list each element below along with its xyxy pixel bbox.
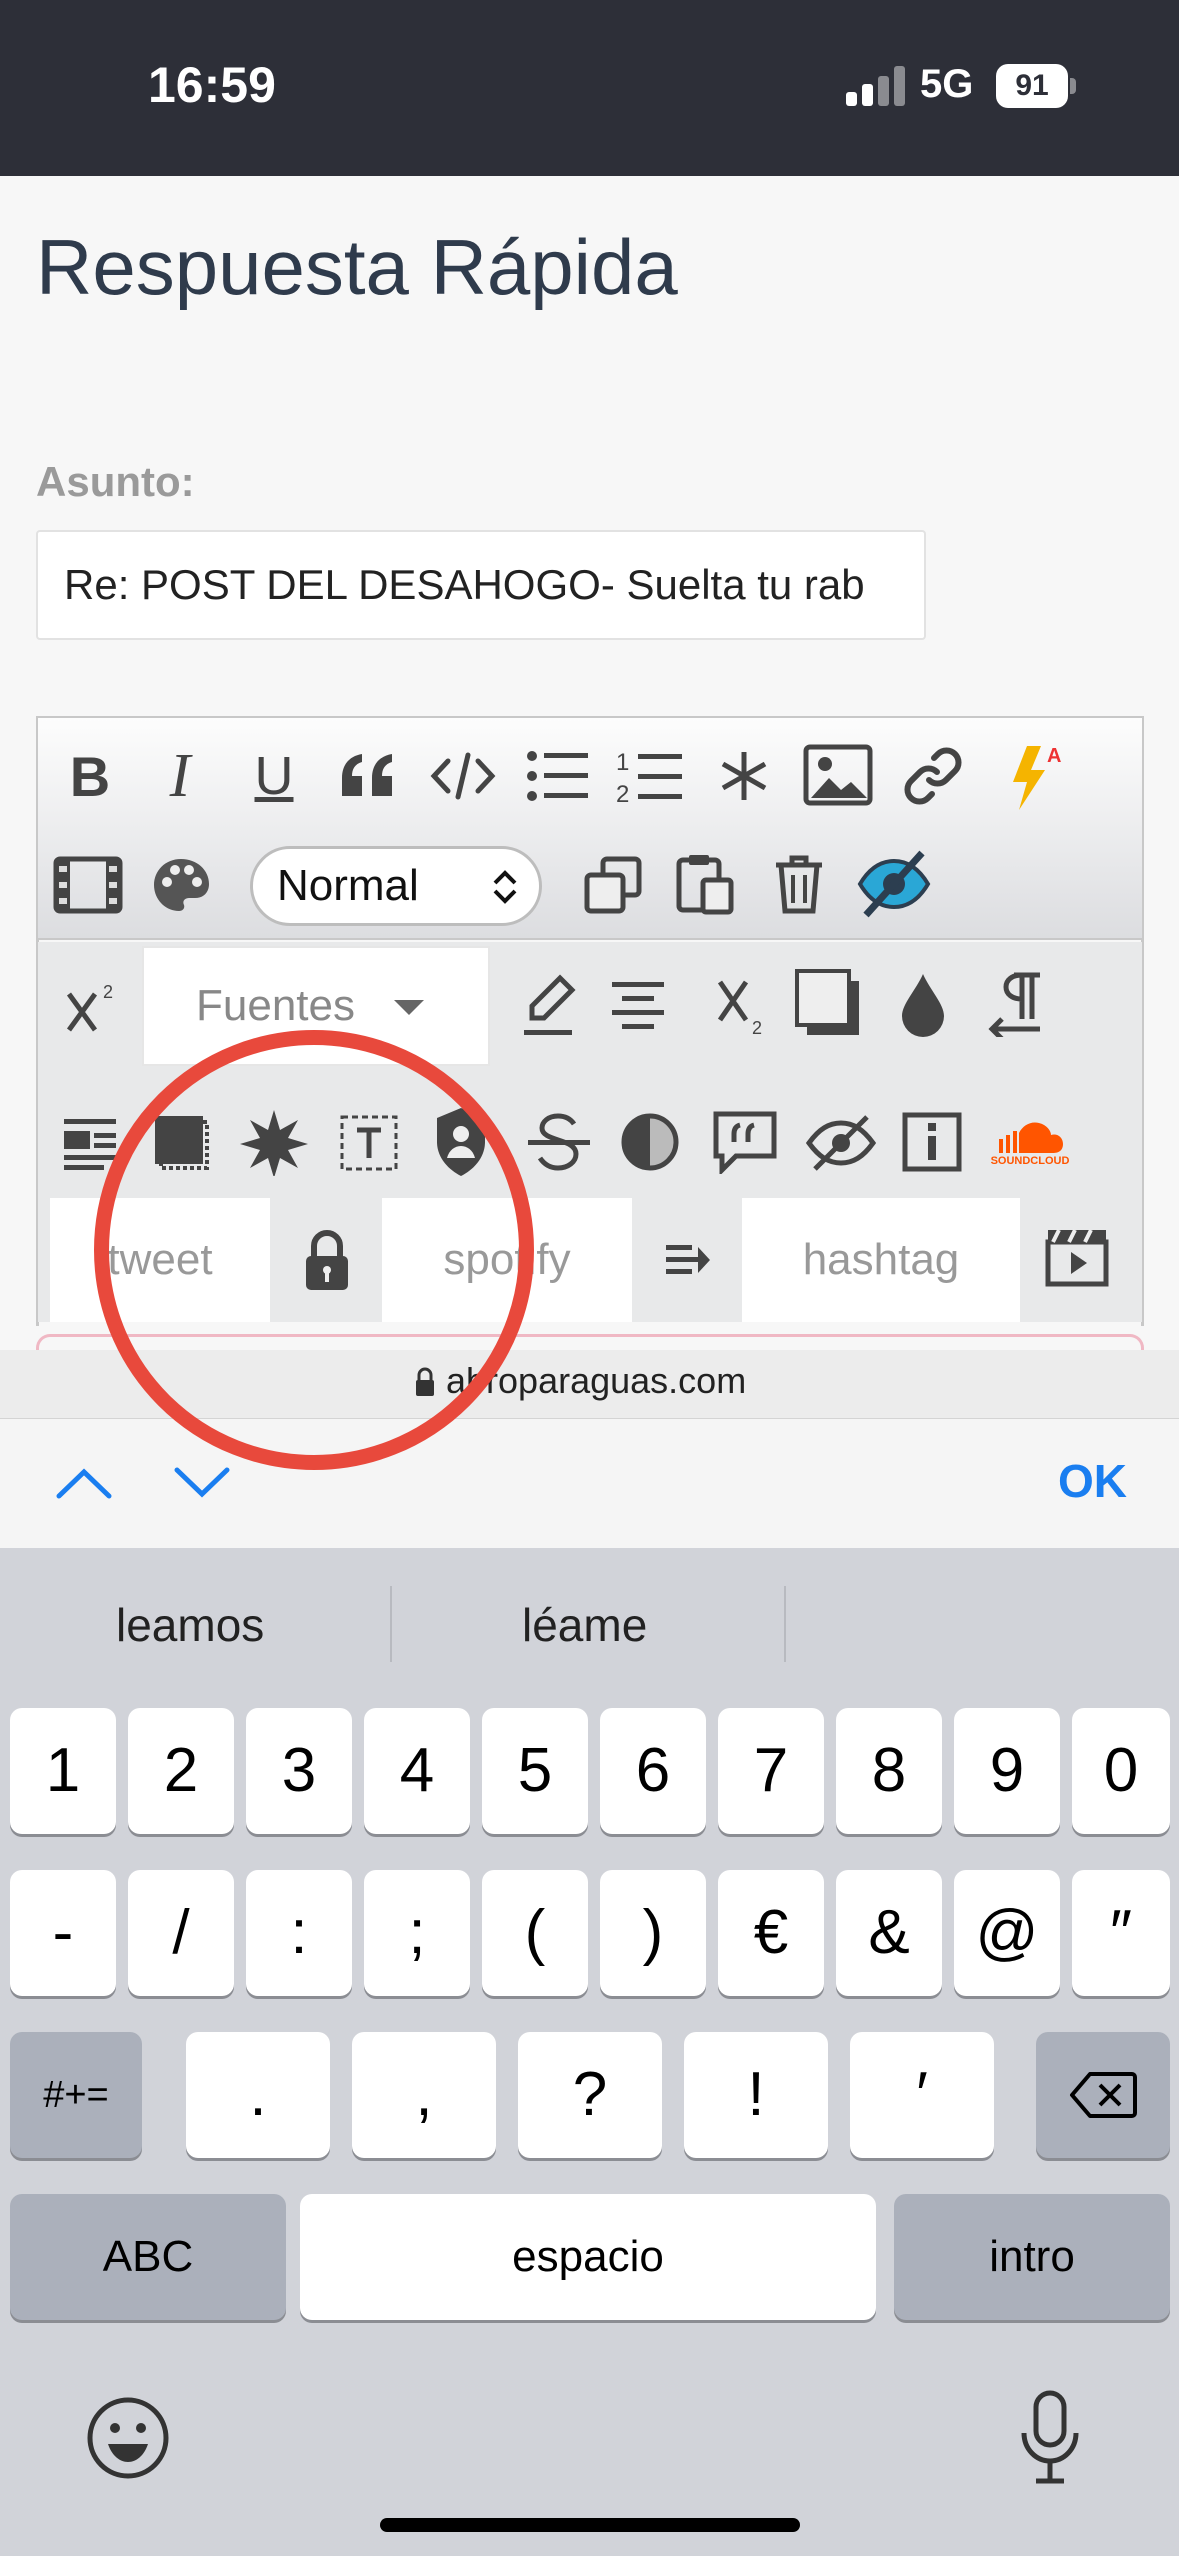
cellular-signal-icon [846, 66, 906, 106]
key-close-paren[interactable]: ) [600, 1870, 706, 1996]
key-comma[interactable]: , [352, 2032, 496, 2158]
key-7[interactable]: 7 [718, 1708, 824, 1834]
return-key[interactable]: intro [894, 2194, 1170, 2320]
key-apostrophe[interactable]: ′ [850, 2032, 994, 2158]
key-9[interactable]: 9 [954, 1708, 1060, 1834]
comment-quote-icon[interactable] [708, 1104, 782, 1180]
strikethrough-icon[interactable] [522, 1104, 596, 1180]
text-direction-icon[interactable] [656, 1230, 718, 1290]
key-at[interactable]: @ [954, 1870, 1060, 1996]
symbols-toggle-key[interactable]: #+= [10, 2032, 142, 2158]
annotation-circle [94, 1030, 534, 1470]
next-field-icon[interactable] [168, 1456, 236, 1510]
battery-level: 91 [996, 64, 1068, 108]
previous-field-icon[interactable] [50, 1456, 118, 1510]
align-center-icon[interactable] [604, 970, 672, 1042]
contrast-icon[interactable] [614, 1106, 686, 1178]
network-type: 5G [920, 62, 974, 106]
fonts-select-value: Fuentes [196, 981, 355, 1030]
video-icon[interactable] [52, 850, 124, 920]
bold-icon[interactable]: B [60, 740, 120, 812]
key-quote[interactable]: ″ [1072, 1870, 1170, 1996]
svg-text:2: 2 [103, 982, 113, 1002]
trash-icon[interactable] [764, 848, 834, 920]
paragraph-rtl-icon[interactable] [982, 966, 1048, 1042]
key-2[interactable]: 2 [128, 1708, 234, 1834]
copy-icon[interactable] [578, 850, 648, 920]
underline-icon[interactable]: U [244, 740, 304, 812]
subject-input[interactable]: Re: POST DEL DESAHOGO- Suelta tu rab [36, 530, 926, 640]
key-ampersand[interactable]: & [836, 1870, 942, 1996]
key-6[interactable]: 6 [600, 1708, 706, 1834]
preview-hide-icon[interactable] [854, 844, 934, 924]
key-1[interactable]: 1 [10, 1708, 116, 1834]
suggestion-2[interactable]: léame [522, 1598, 647, 1652]
highlight-pen-icon[interactable] [516, 970, 580, 1042]
info-icon[interactable] [896, 1106, 968, 1178]
key-0[interactable]: 0 [1072, 1708, 1170, 1834]
space-key[interactable]: espacio [300, 2194, 876, 2320]
key-hyphen[interactable]: - [10, 1870, 116, 1996]
suggestion-1[interactable]: leamos [116, 1598, 264, 1652]
key-semicolon[interactable]: ; [364, 1870, 470, 1996]
microphone-icon[interactable] [1006, 2384, 1094, 2490]
soundcloud-label: SOUNDCLOUD [990, 1155, 1070, 1167]
svg-text:2: 2 [752, 1018, 762, 1038]
key-3[interactable]: 3 [246, 1708, 352, 1834]
backspace-icon [1070, 2072, 1137, 2118]
key-5[interactable]: 5 [482, 1708, 588, 1834]
svg-text:1: 1 [616, 749, 629, 776]
shadow-box-icon[interactable] [790, 964, 866, 1042]
svg-text:2: 2 [616, 781, 629, 806]
soundcloud-icon[interactable]: SOUNDCLOUD [990, 1108, 1070, 1178]
eye-slash-icon[interactable] [802, 1108, 880, 1178]
key-question[interactable]: ? [518, 2032, 662, 2158]
code-icon[interactable] [428, 740, 498, 812]
numbered-list-icon[interactable]: 12 [614, 740, 686, 812]
dropdown-caret-icon [394, 1000, 424, 1015]
select-chevron-icon [493, 870, 517, 904]
backspace-key[interactable] [1036, 2032, 1170, 2158]
auto-format-icon[interactable]: A [1004, 740, 1070, 814]
link-icon[interactable] [898, 740, 968, 812]
format-select[interactable]: Normal [250, 846, 542, 926]
suggestion-divider [784, 1586, 786, 1662]
format-select-value: Normal [277, 861, 419, 910]
battery-icon: 91 [996, 64, 1076, 108]
key-period[interactable]: . [186, 2032, 330, 2158]
clapperboard-icon[interactable] [1042, 1222, 1112, 1292]
key-8[interactable]: 8 [836, 1708, 942, 1834]
image-icon[interactable] [800, 736, 876, 814]
italic-icon[interactable]: I [150, 740, 210, 812]
paste-icon[interactable] [670, 848, 740, 920]
page-title: Respuesta Rápida [36, 223, 678, 311]
superscript-icon[interactable]: 2 [62, 970, 124, 1042]
palette-icon[interactable] [146, 850, 216, 920]
quote-icon[interactable] [334, 740, 402, 812]
svg-text:A: A [1047, 745, 1061, 767]
key-colon[interactable]: : [246, 1870, 352, 1996]
home-indicator [380, 2518, 800, 2532]
bullet-list-icon[interactable] [524, 740, 592, 812]
subject-label: Asunto: [36, 458, 195, 505]
ok-button[interactable]: OK [1058, 1454, 1127, 1508]
suggestion-divider [390, 1586, 392, 1662]
key-euro[interactable]: € [718, 1870, 824, 1996]
status-time: 16:59 [148, 57, 276, 113]
hashtag-field[interactable]: hashtag [742, 1198, 1020, 1322]
key-4[interactable]: 4 [364, 1708, 470, 1834]
asterisk-icon[interactable] [712, 740, 776, 812]
key-open-paren[interactable]: ( [482, 1870, 588, 1996]
drop-icon[interactable] [890, 966, 956, 1044]
key-slash[interactable]: / [128, 1870, 234, 1996]
abc-key[interactable]: ABC [10, 2194, 286, 2320]
subscript-icon[interactable]: 2 [712, 970, 776, 1042]
emoji-icon[interactable] [80, 2390, 176, 2486]
key-exclamation[interactable]: ! [684, 2032, 828, 2158]
